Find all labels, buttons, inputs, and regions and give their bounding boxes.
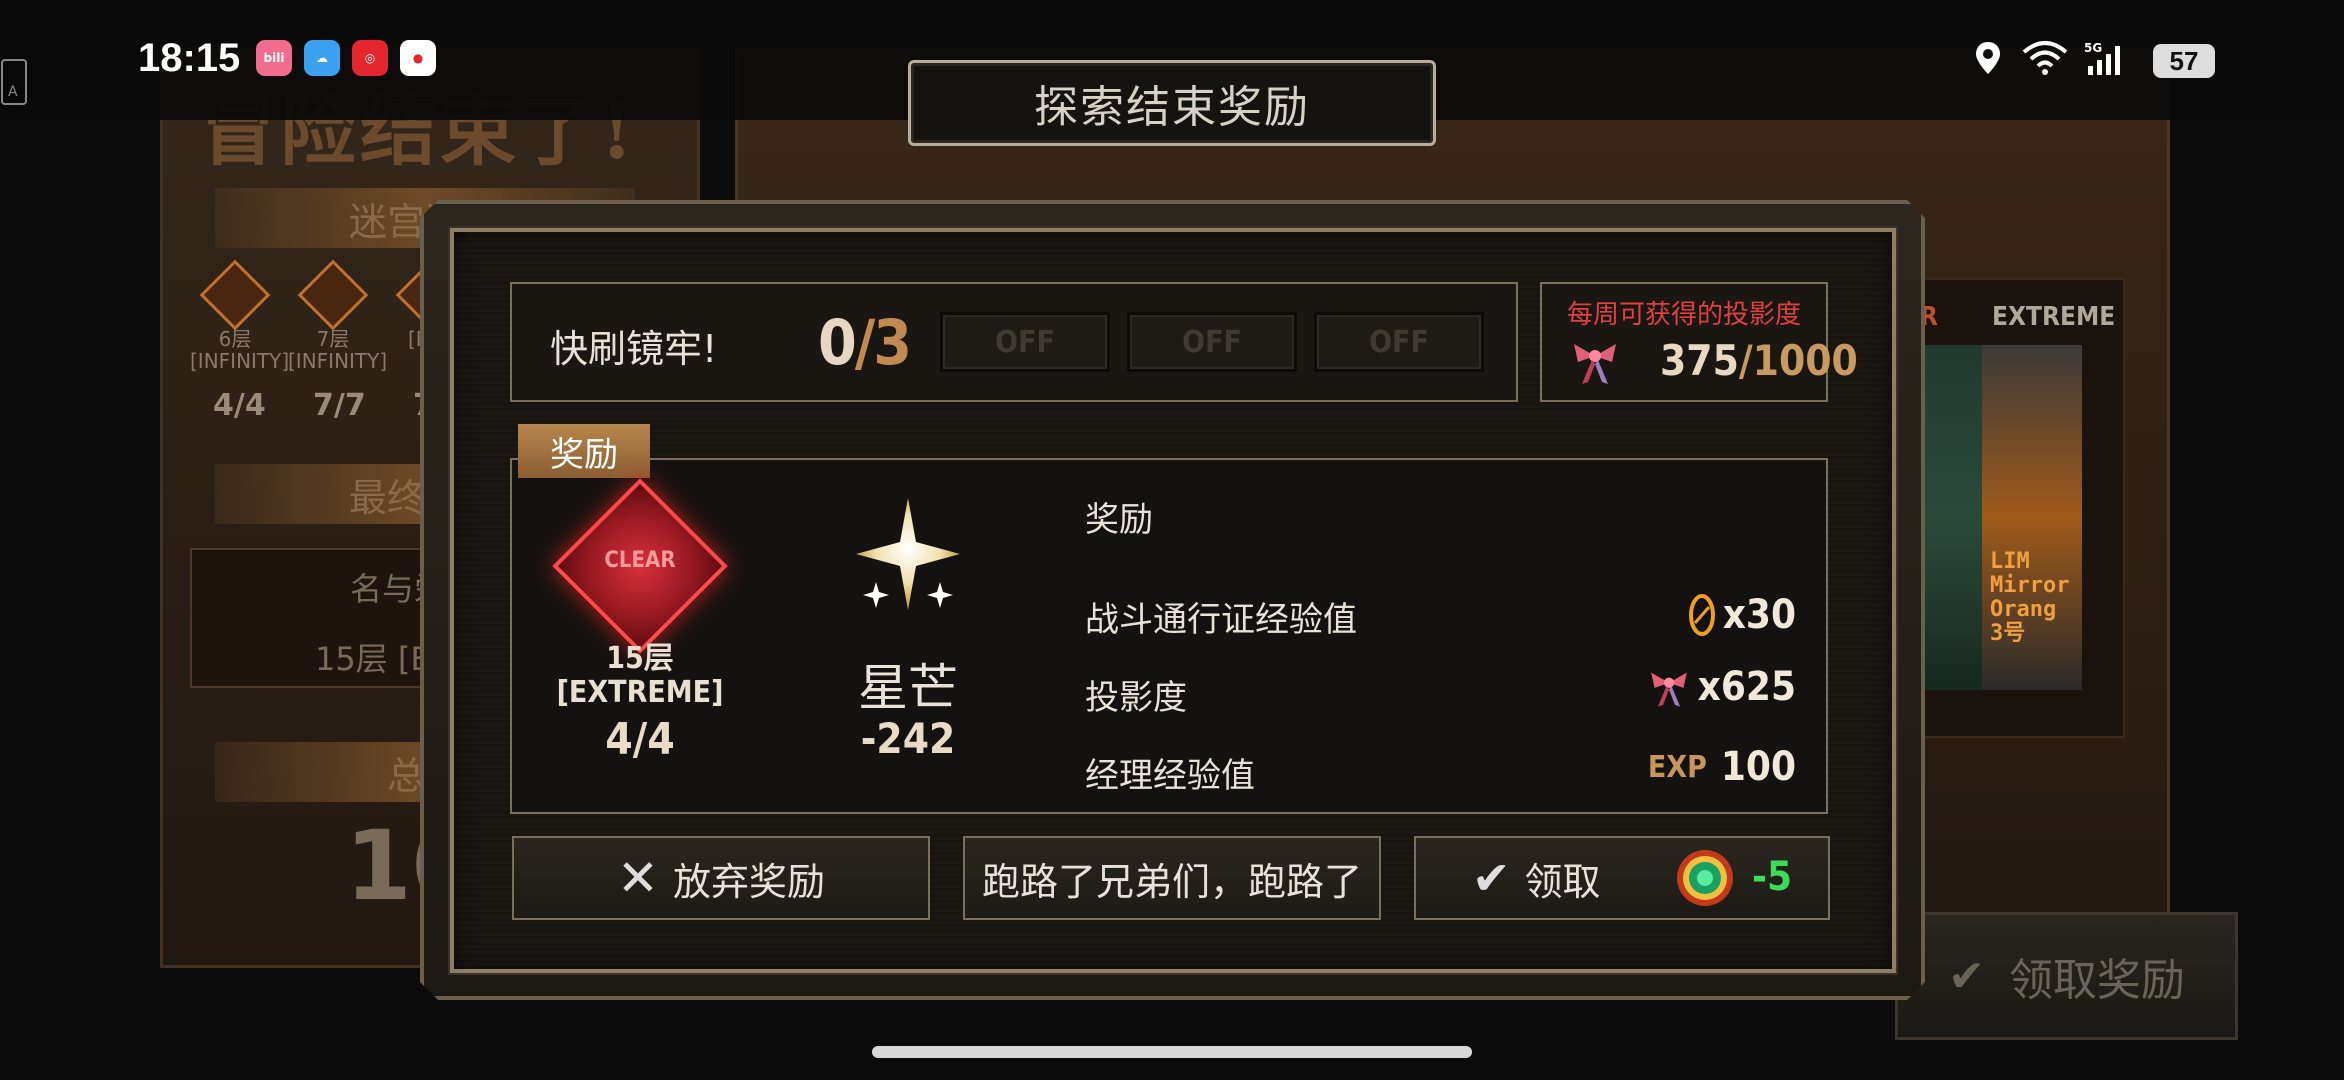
reward-heading: 奖励 [1085,500,1153,540]
weekly-limit-value: 375/1000 [1660,336,1858,385]
run-away-button[interactable]: 跑路了兄弟们，跑路了 [963,836,1381,920]
ribbon-icon [1650,672,1687,707]
starlight-icon [856,498,960,610]
background-card-text: LIM Mirror Orang 3号 [1990,549,2070,646]
reward-projection-label: 投影度 [1085,678,1187,718]
claim-label: 领取 [1524,859,1601,904]
claim-all-label: 领取奖励 [2008,955,2185,1006]
claim-all-button[interactable]: ✔ 领取奖励 [1895,912,2238,1040]
ribbon-icon [1574,344,1616,384]
battle-pass-token-icon [1688,594,1715,636]
status-time: 18:15 [138,36,241,80]
quick-run-toggle-1[interactable]: OFF [940,312,1110,372]
quick-run-label: 快刷镜牢! [550,327,718,371]
starlight-label: 星芒 [858,659,958,717]
close-icon: ✕ [617,849,659,907]
check-icon: ✔ [1472,851,1511,905]
netease-music-icon: ◎ [352,40,388,76]
location-icon [1976,42,2000,74]
enkephalin-module-icon [1677,850,1733,906]
bilibili-icon: bili [256,40,292,76]
run-away-label: 跑路了兄弟们，跑路了 [981,859,1362,904]
abandon-reward-button[interactable]: ✕ 放弃奖励 [512,836,930,920]
quick-run-count: 0/3 [818,306,912,379]
reward-manager-exp-value: EXP 100 [1647,744,1796,790]
page-title: 探索结束奖励 [908,60,1436,146]
wifi-icon [2022,41,2068,75]
reward-projection-value: x625 [1646,664,1796,710]
floor-7-fraction: 7/7 [313,388,366,423]
weekly-limit-label: 每周可获得的投影度 [1566,300,1801,330]
check-icon: ✔ [1948,950,1985,1002]
home-indicator[interactable] [872,1046,1472,1058]
cleared-floor-label: 15层 [EXTREME] [556,641,724,710]
quick-run-toggle-2[interactable]: OFF [1127,312,1297,372]
reward-battle-pass-value: x30 [1687,592,1796,638]
svg-text:5G: 5G [2084,41,2102,55]
quick-run-toggle-3[interactable]: OFF [1314,312,1484,372]
reward-battle-pass-label: 战斗通行证经验值 [1085,600,1357,640]
background-card-right-label: EXTREME [1992,302,2116,332]
reward-tab: 奖励 [518,424,650,478]
signal-icon: 5G [2084,41,2120,75]
claim-cost-value: -5 [1752,854,1792,900]
floor-7-label: 7层 [INFINITY] [288,327,388,373]
starlight-value: -242 [860,714,956,763]
reward-manager-exp-label: 经理经验值 [1085,756,1255,796]
exp-tag: EXP [1647,749,1707,785]
clear-badge-label: CLEAR [604,548,676,573]
floor-6-fraction: 4/4 [213,388,266,423]
abandon-reward-label: 放弃奖励 [672,859,825,904]
svg-text:A: A [8,84,18,100]
weather-icon: ☁ [304,40,340,76]
floor-6-label: 6层 [INFINITY] [190,327,290,373]
translate-icon[interactable]: A [0,58,30,108]
cleared-floor-progress: 4/4 [605,714,675,765]
map-app-icon: ● [400,40,436,76]
battery-indicator: 57 [2153,44,2215,78]
